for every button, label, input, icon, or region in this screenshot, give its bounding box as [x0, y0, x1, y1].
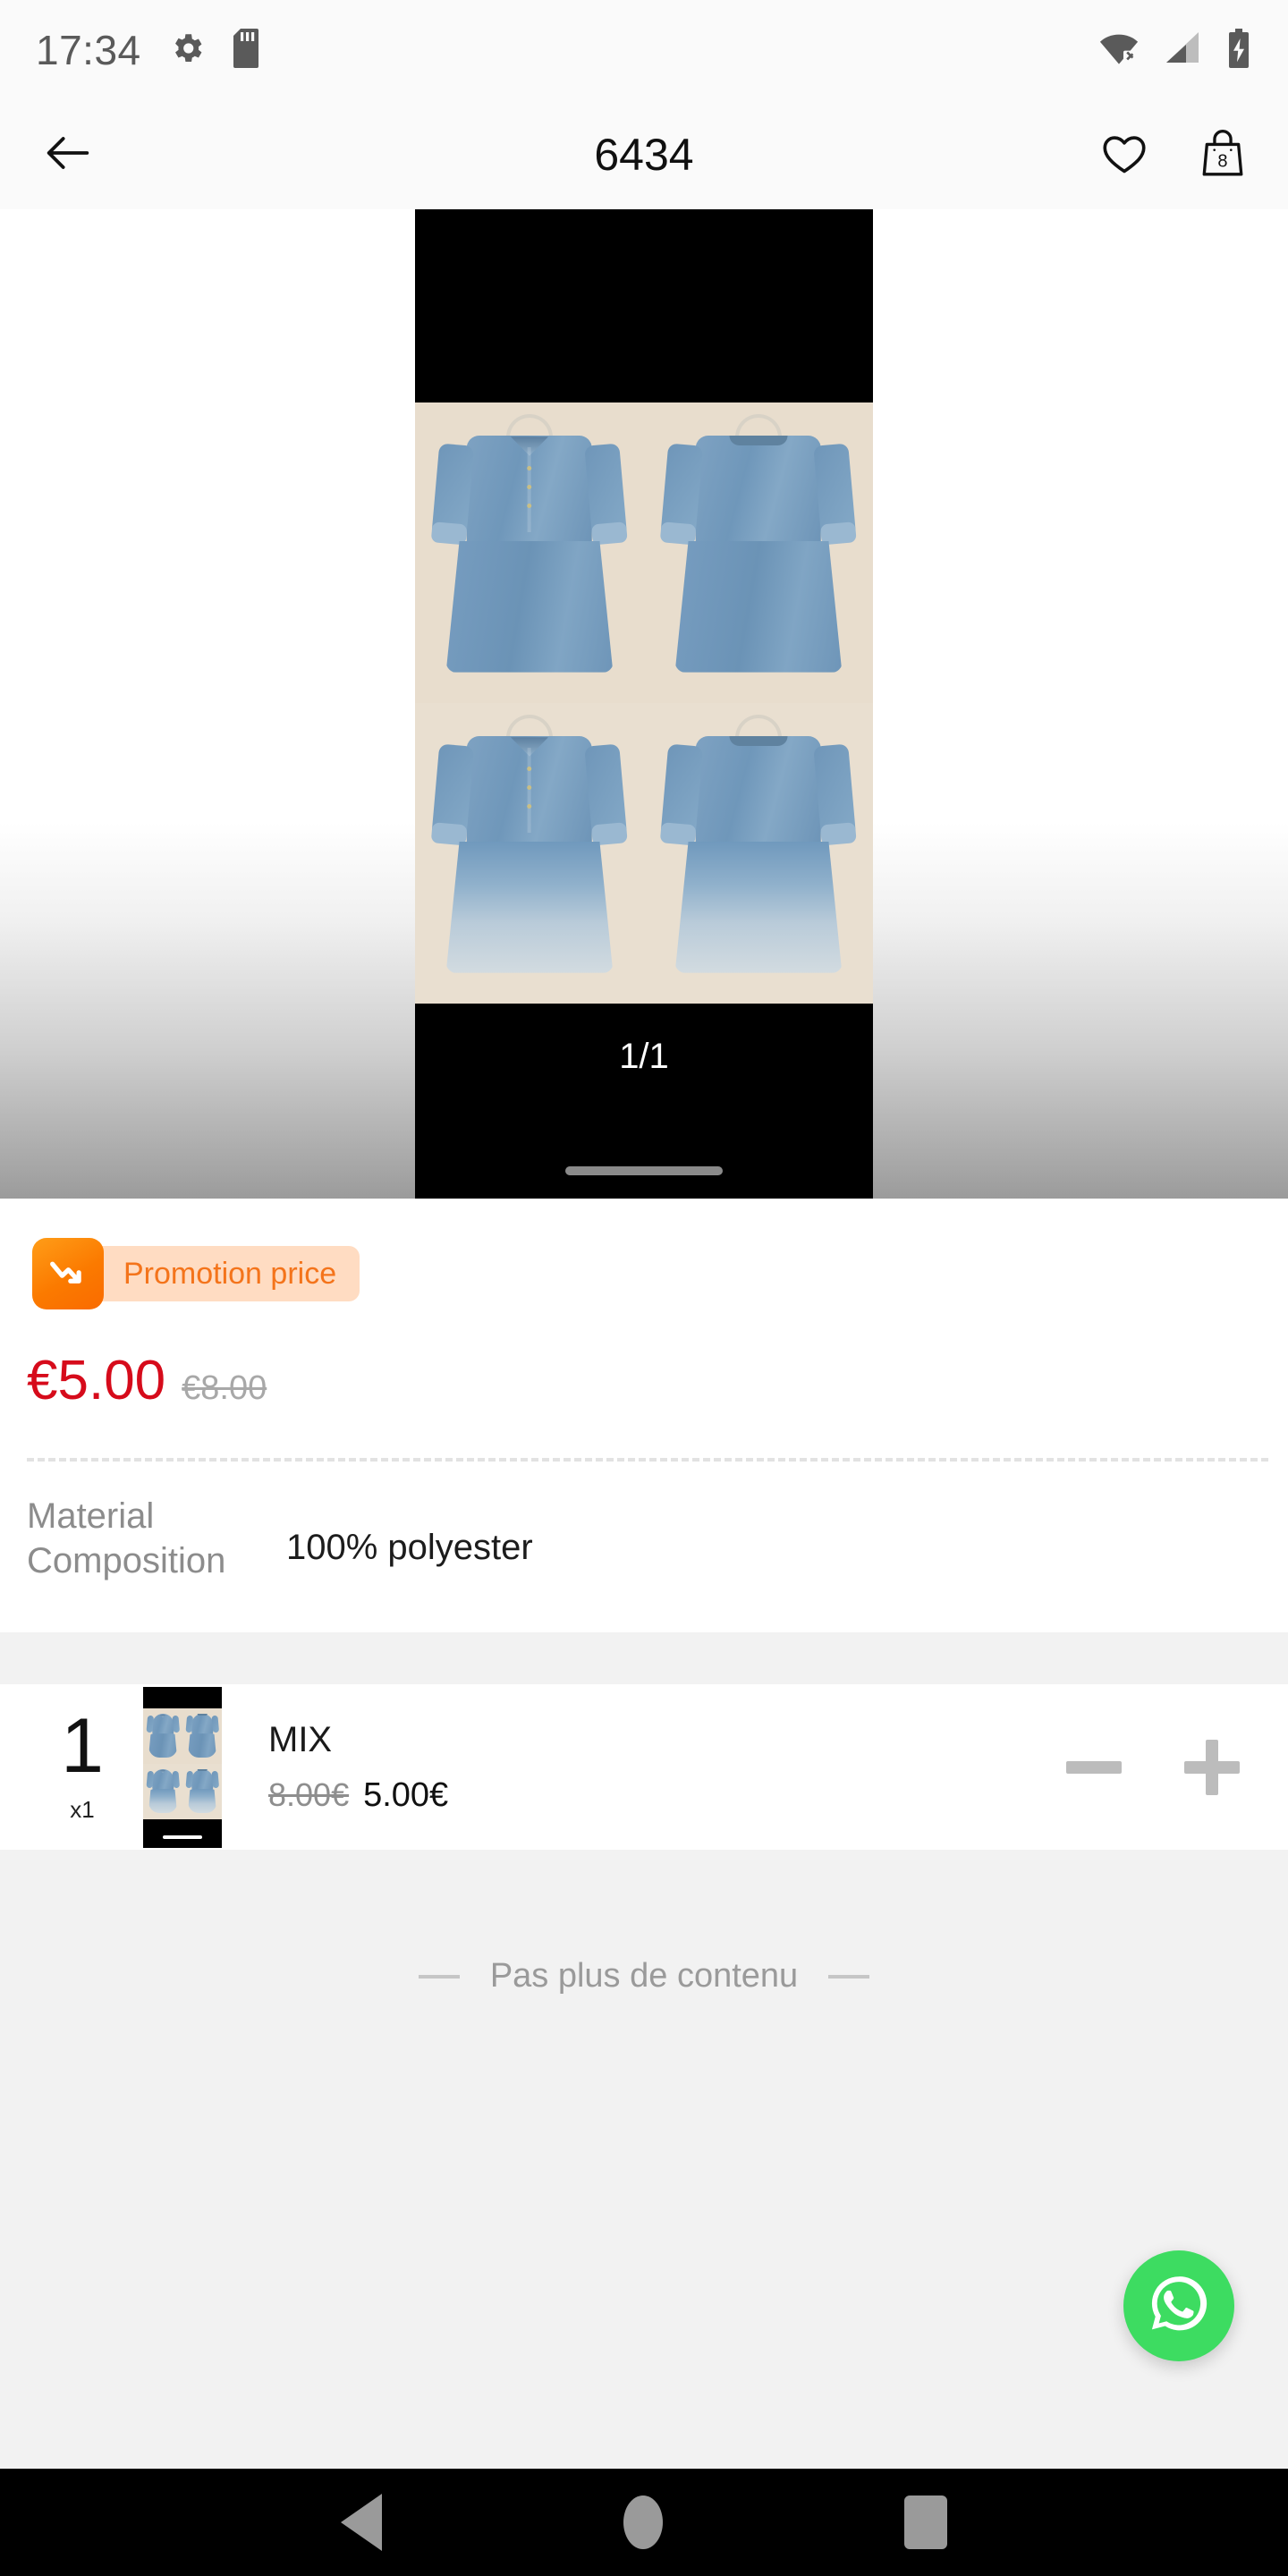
- price-block: €5.00 €8.00: [27, 1349, 267, 1412]
- thumb-photo-4: [182, 1763, 222, 1819]
- minus-icon: [1066, 1760, 1122, 1774]
- quantity-stepper: [1066, 1739, 1256, 1795]
- end-of-list-section: Pas plus de contenu: [0, 1850, 1288, 2469]
- section-gap: [0, 1632, 1288, 1684]
- spec-value: 100% polyester: [286, 1528, 533, 1567]
- increment-button[interactable]: [1184, 1739, 1240, 1795]
- wishlist-button[interactable]: [1098, 127, 1150, 183]
- thumb-garment-2: [185, 1714, 219, 1758]
- garment-back-dip: [659, 735, 858, 973]
- divider: [27, 1458, 1268, 1462]
- thumb-photo-2: [182, 1707, 222, 1764]
- app-bar: 6434 8: [0, 100, 1288, 209]
- item-original-price: 8.00€: [268, 1775, 350, 1813]
- item-quantity-label: x1: [70, 1795, 95, 1823]
- page-title: 6434: [594, 130, 694, 180]
- original-price: €8.00: [182, 1369, 267, 1407]
- no-more-text: Pas plus de contenu: [489, 1957, 799, 1995]
- cart-button[interactable]: 8: [1197, 125, 1249, 185]
- thumb-photo-3: [143, 1763, 182, 1819]
- thumb-garment-1: [146, 1714, 180, 1758]
- garment-front: [430, 435, 629, 673]
- shopping-bag-icon: 8: [1197, 129, 1249, 184]
- status-bar-right: [1098, 28, 1252, 72]
- material-composition-row: Material Composition 100% polyester: [27, 1494, 1261, 1584]
- item-index: 1: [61, 1703, 104, 1790]
- app-bar-actions: 8: [1098, 125, 1249, 185]
- dash-left: [418, 1974, 460, 1979]
- nav-home-icon[interactable]: [623, 2496, 663, 2549]
- whatsapp-button[interactable]: [1123, 2250, 1234, 2361]
- gallery-page-indicator: 1/1: [619, 1037, 669, 1076]
- thumbnail-grid: [143, 1707, 222, 1819]
- heart-icon: [1098, 135, 1150, 182]
- item-info: MIX 8.00€ 5.00€: [268, 1720, 448, 1815]
- back-button[interactable]: [39, 124, 97, 186]
- product-photo-front: [415, 402, 644, 703]
- plus-icon-v: [1206, 1739, 1218, 1795]
- current-price: €5.00: [27, 1350, 166, 1411]
- cell-signal-icon: [1163, 30, 1202, 71]
- battery-charging-icon: [1225, 28, 1252, 72]
- wifi-off-icon: [1098, 30, 1140, 71]
- status-time: 17:34: [36, 27, 141, 73]
- item-title: MIX: [268, 1719, 333, 1759]
- product-image[interactable]: [415, 402, 873, 1004]
- status-bar-left: 17:34: [36, 26, 267, 74]
- dash-right: [828, 1974, 870, 1979]
- item-current-price: 5.00€: [363, 1775, 449, 1814]
- product-photo-back: [644, 402, 873, 703]
- cart-count-badge: 8: [1217, 151, 1227, 171]
- garment-back: [659, 435, 858, 673]
- thumb-photo-1: [143, 1707, 182, 1764]
- trending-down-icon: [32, 1238, 104, 1309]
- decrement-button[interactable]: [1066, 1740, 1122, 1795]
- item-index-column: 1 x1: [32, 1703, 132, 1824]
- item-price-block: 8.00€ 5.00€: [268, 1776, 448, 1815]
- nav-back-icon[interactable]: [341, 2494, 382, 2551]
- item-thumbnail[interactable]: [143, 1686, 222, 1848]
- thumbnail-home-indicator: [163, 1835, 202, 1839]
- image-home-indicator: [565, 1166, 723, 1175]
- gallery-frame[interactable]: 1/1: [415, 209, 873, 1199]
- whatsapp-icon: [1141, 2267, 1216, 2346]
- promotion-banner: Promotion price: [32, 1238, 360, 1309]
- promotion-label: Promotion price: [84, 1246, 360, 1301]
- product-photo-front-dip: [415, 703, 644, 1004]
- sd-card-icon: [233, 28, 267, 72]
- product-photo-back-dip: [644, 703, 873, 1004]
- spec-label: Material Composition: [27, 1496, 226, 1581]
- garment-front-dip: [430, 735, 629, 973]
- thumb-garment-4: [185, 1769, 219, 1814]
- product-detail-card: Promotion price €5.00 €8.00 Material Com…: [0, 1199, 1288, 1632]
- thumb-garment-3: [146, 1769, 180, 1814]
- status-bar: 17:34: [0, 0, 1288, 100]
- back-arrow-icon: [39, 124, 97, 186]
- nav-recents-icon[interactable]: [904, 2496, 947, 2549]
- gear-icon: [168, 30, 206, 72]
- phone-screen: 17:34 6434 8 1/1 Promotion price €5.00 €…: [0, 0, 1288, 2576]
- cart-item-row[interactable]: 1 x1 MIX 8.00€ 5.00€: [0, 1684, 1288, 1850]
- no-more-content: Pas plus de contenu: [0, 1957, 1288, 1996]
- android-nav-bar: [0, 2469, 1288, 2576]
- product-gallery[interactable]: 1/1: [0, 209, 1288, 1199]
